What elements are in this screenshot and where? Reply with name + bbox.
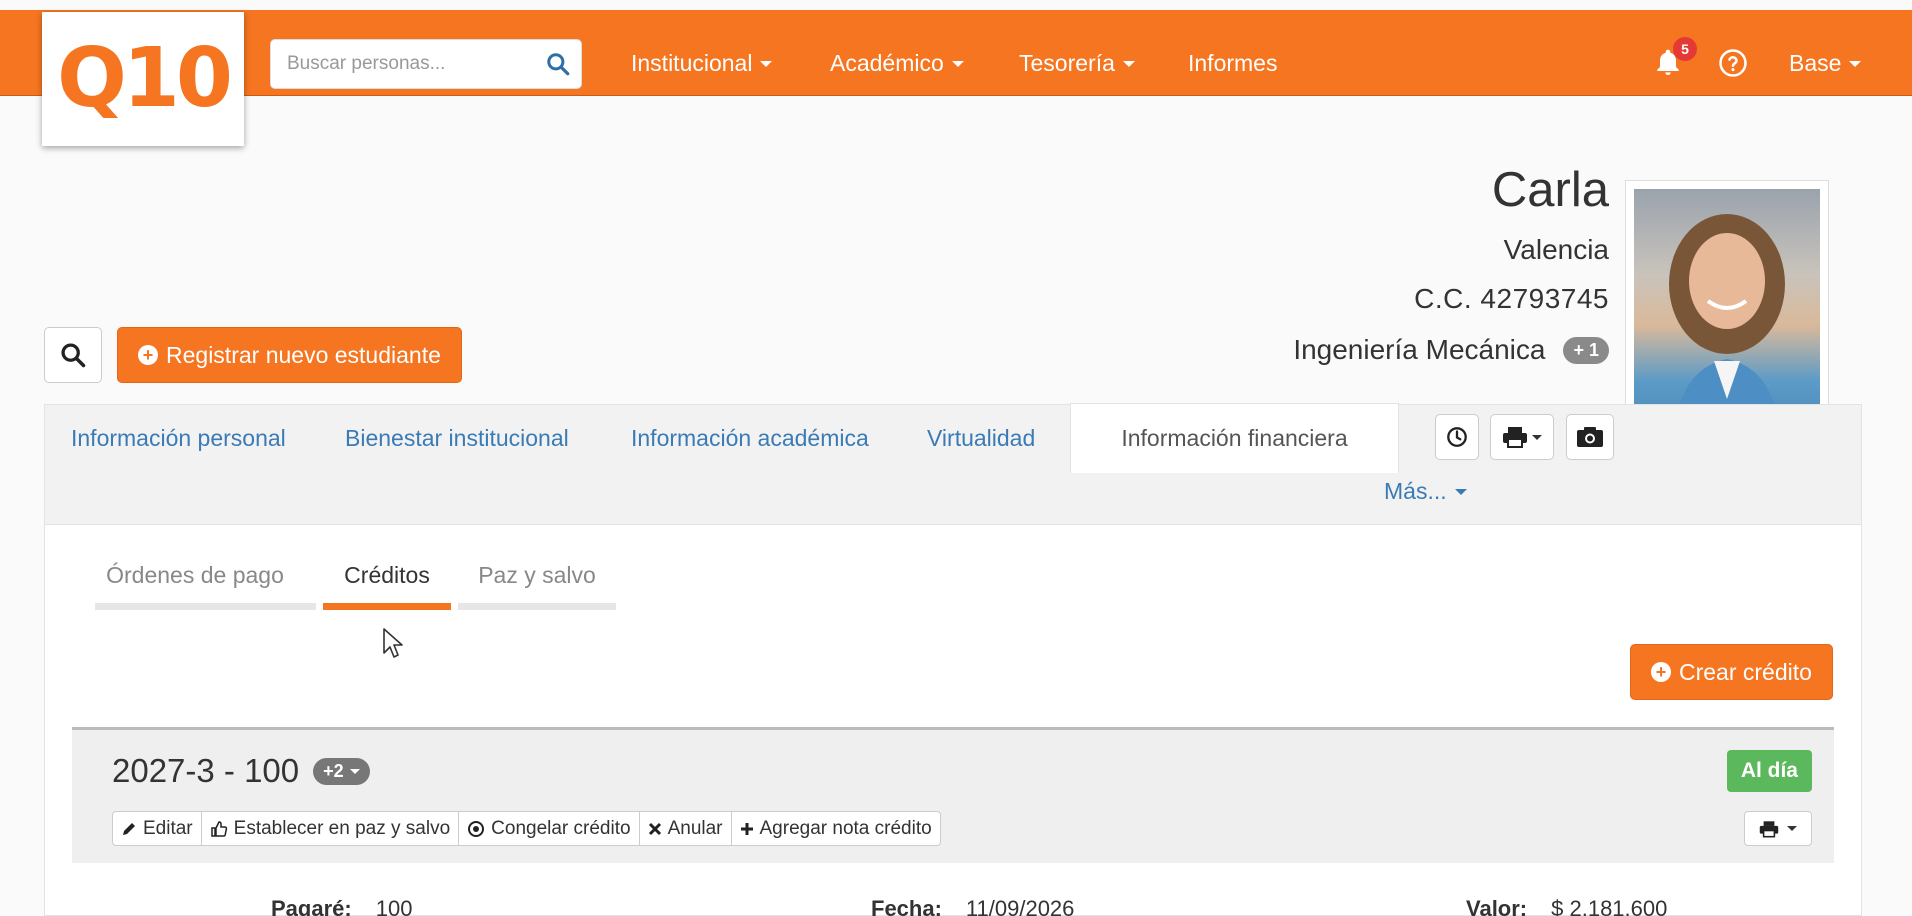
plus-icon xyxy=(740,822,753,835)
tab-informacion-academica[interactable]: Información académica xyxy=(631,425,869,452)
student-city: Valencia xyxy=(1503,234,1609,265)
notification-badge: 5 xyxy=(1673,37,1697,61)
search-icon xyxy=(61,343,86,368)
chevron-down-icon xyxy=(1849,60,1862,67)
credit-title: 2027-3 - 100 +2 xyxy=(112,752,370,790)
chevron-down-icon xyxy=(349,768,360,774)
edit-credit-label: Editar xyxy=(143,817,193,839)
nav-tesoreria-label: Tesorería xyxy=(1019,50,1115,76)
chevron-down-icon xyxy=(1454,488,1467,495)
add-credit-note-button[interactable]: Agregar nota crédito xyxy=(730,811,941,846)
create-credit-button[interactable]: + Crear crédito xyxy=(1630,644,1833,700)
register-student-button[interactable]: + Registrar nuevo estudiante xyxy=(117,327,462,383)
printer-icon xyxy=(1759,820,1779,837)
nav-tesoreria[interactable]: Tesorería xyxy=(1019,50,1135,77)
avatar xyxy=(1634,189,1820,436)
search-box xyxy=(270,39,582,89)
cancel-credit-button[interactable]: Anular xyxy=(638,811,732,846)
credit-card: 2027-3 - 100 +2 Al día Editar Establecer… xyxy=(72,727,1834,863)
student-program: Ingeniería Mecánica + 1 xyxy=(1293,334,1609,366)
detail-pagare-value: 100 xyxy=(375,896,413,916)
portrait-illustration xyxy=(1669,214,1785,436)
detail-fecha-label: Fecha: xyxy=(871,896,942,916)
nav-informes-label: Informes xyxy=(1188,50,1278,76)
thumbs-up-icon xyxy=(210,820,227,837)
search-student-button[interactable] xyxy=(44,327,102,383)
logo[interactable]: Q10 xyxy=(42,12,244,146)
nav-academico-label: Académico xyxy=(830,50,944,76)
mouse-pointer-icon xyxy=(383,628,403,658)
chevron-down-icon xyxy=(1532,434,1542,440)
subtab-creditos[interactable]: Créditos xyxy=(323,562,451,589)
detail-fecha: Fecha: 11/09/2026 xyxy=(871,896,1074,916)
detail-pagare: Pagaré: 100 xyxy=(271,896,412,916)
credit-code: 2027-3 - 100 xyxy=(112,752,300,789)
tab-virtualidad[interactable]: Virtualidad xyxy=(927,425,1035,452)
nav-institucional-label: Institucional xyxy=(631,50,753,76)
cancel-credit-label: Anular xyxy=(667,817,723,839)
freeze-credit-button[interactable]: Congelar crédito xyxy=(458,811,640,846)
paz-y-salvo-button[interactable]: Establecer en paz y salvo xyxy=(200,811,460,846)
credit-extra-label: +2 xyxy=(323,760,344,781)
chevron-down-icon xyxy=(760,60,773,67)
student-name: Carla xyxy=(1491,163,1609,217)
help-icon[interactable] xyxy=(1718,48,1748,78)
nav-informes[interactable]: Informes xyxy=(1188,50,1277,77)
top-navbar: Institucional Académico Tesorería Inform… xyxy=(0,10,1912,96)
chevron-down-icon xyxy=(1787,826,1797,831)
plus-circle-icon: + xyxy=(138,345,158,365)
subtab-ordenes-de-pago[interactable]: Órdenes de pago xyxy=(95,562,295,589)
detail-fecha-value: 11/09/2026 xyxy=(965,896,1075,916)
printer-icon xyxy=(1503,427,1527,448)
tab-informacion-financiera[interactable]: Información financiera xyxy=(1070,403,1399,473)
edit-credit-button[interactable]: Editar xyxy=(112,811,202,846)
pencil-icon xyxy=(123,822,135,835)
search-icon[interactable] xyxy=(545,51,571,77)
subtab-paz-y-salvo[interactable]: Paz y salvo xyxy=(458,562,616,589)
add-credit-note-label: Agregar nota crédito xyxy=(759,817,932,839)
status-badge: Al día xyxy=(1726,750,1812,792)
nav-academico[interactable]: Académico xyxy=(830,50,964,77)
subtab-underline-active xyxy=(323,603,451,610)
tab-bar: Información personal Bienestar instituci… xyxy=(45,403,1861,525)
nav-institucional[interactable]: Institucional xyxy=(631,50,773,77)
close-icon xyxy=(648,822,661,835)
detail-valor: Valor: $ 2.181.600 xyxy=(1466,896,1667,916)
camera-button[interactable] xyxy=(1566,414,1614,460)
paz-y-salvo-label: Establecer en paz y salvo xyxy=(233,817,451,839)
chevron-down-icon xyxy=(951,60,964,67)
register-student-label: Registrar nuevo estudiante xyxy=(166,341,441,368)
dot-circle-icon xyxy=(468,820,485,837)
clock-icon xyxy=(1447,427,1467,447)
credit-action-group: Editar Establecer en paz y salvo Congela… xyxy=(112,811,941,846)
print-credit-button[interactable] xyxy=(1744,811,1812,846)
camera-icon xyxy=(1577,427,1603,447)
detail-valor-value: $ 2.181.600 xyxy=(1551,896,1668,916)
create-credit-label: Crear crédito xyxy=(1679,658,1812,685)
freeze-credit-label: Congelar crédito xyxy=(491,817,631,839)
chevron-down-icon xyxy=(1122,60,1135,67)
print-menu-button[interactable] xyxy=(1490,414,1554,460)
student-document: C.C. 42793745 xyxy=(1414,283,1609,314)
credit-extra-badge[interactable]: +2 xyxy=(313,757,370,785)
user-menu-label: Base xyxy=(1789,50,1842,76)
user-menu[interactable]: Base xyxy=(1789,50,1862,77)
history-button[interactable] xyxy=(1435,414,1479,460)
tab-informacion-personal[interactable]: Información personal xyxy=(71,425,286,452)
subtab-underline xyxy=(458,603,616,610)
tab-bienestar-institucional[interactable]: Bienestar institucional xyxy=(345,425,569,452)
program-label: Ingeniería Mecánica xyxy=(1293,334,1546,365)
detail-valor-label: Valor: xyxy=(1466,896,1528,916)
search-input[interactable] xyxy=(271,40,531,88)
detail-pagare-label: Pagaré: xyxy=(271,896,352,916)
more-tabs-dropdown[interactable]: Más... xyxy=(1384,478,1467,505)
logo-text: Q10 xyxy=(57,31,233,126)
subtab-underline xyxy=(95,603,316,610)
plus-circle-icon: + xyxy=(1651,662,1671,682)
more-tabs-label: Más... xyxy=(1384,478,1447,504)
program-count-badge[interactable]: + 1 xyxy=(1563,336,1609,364)
